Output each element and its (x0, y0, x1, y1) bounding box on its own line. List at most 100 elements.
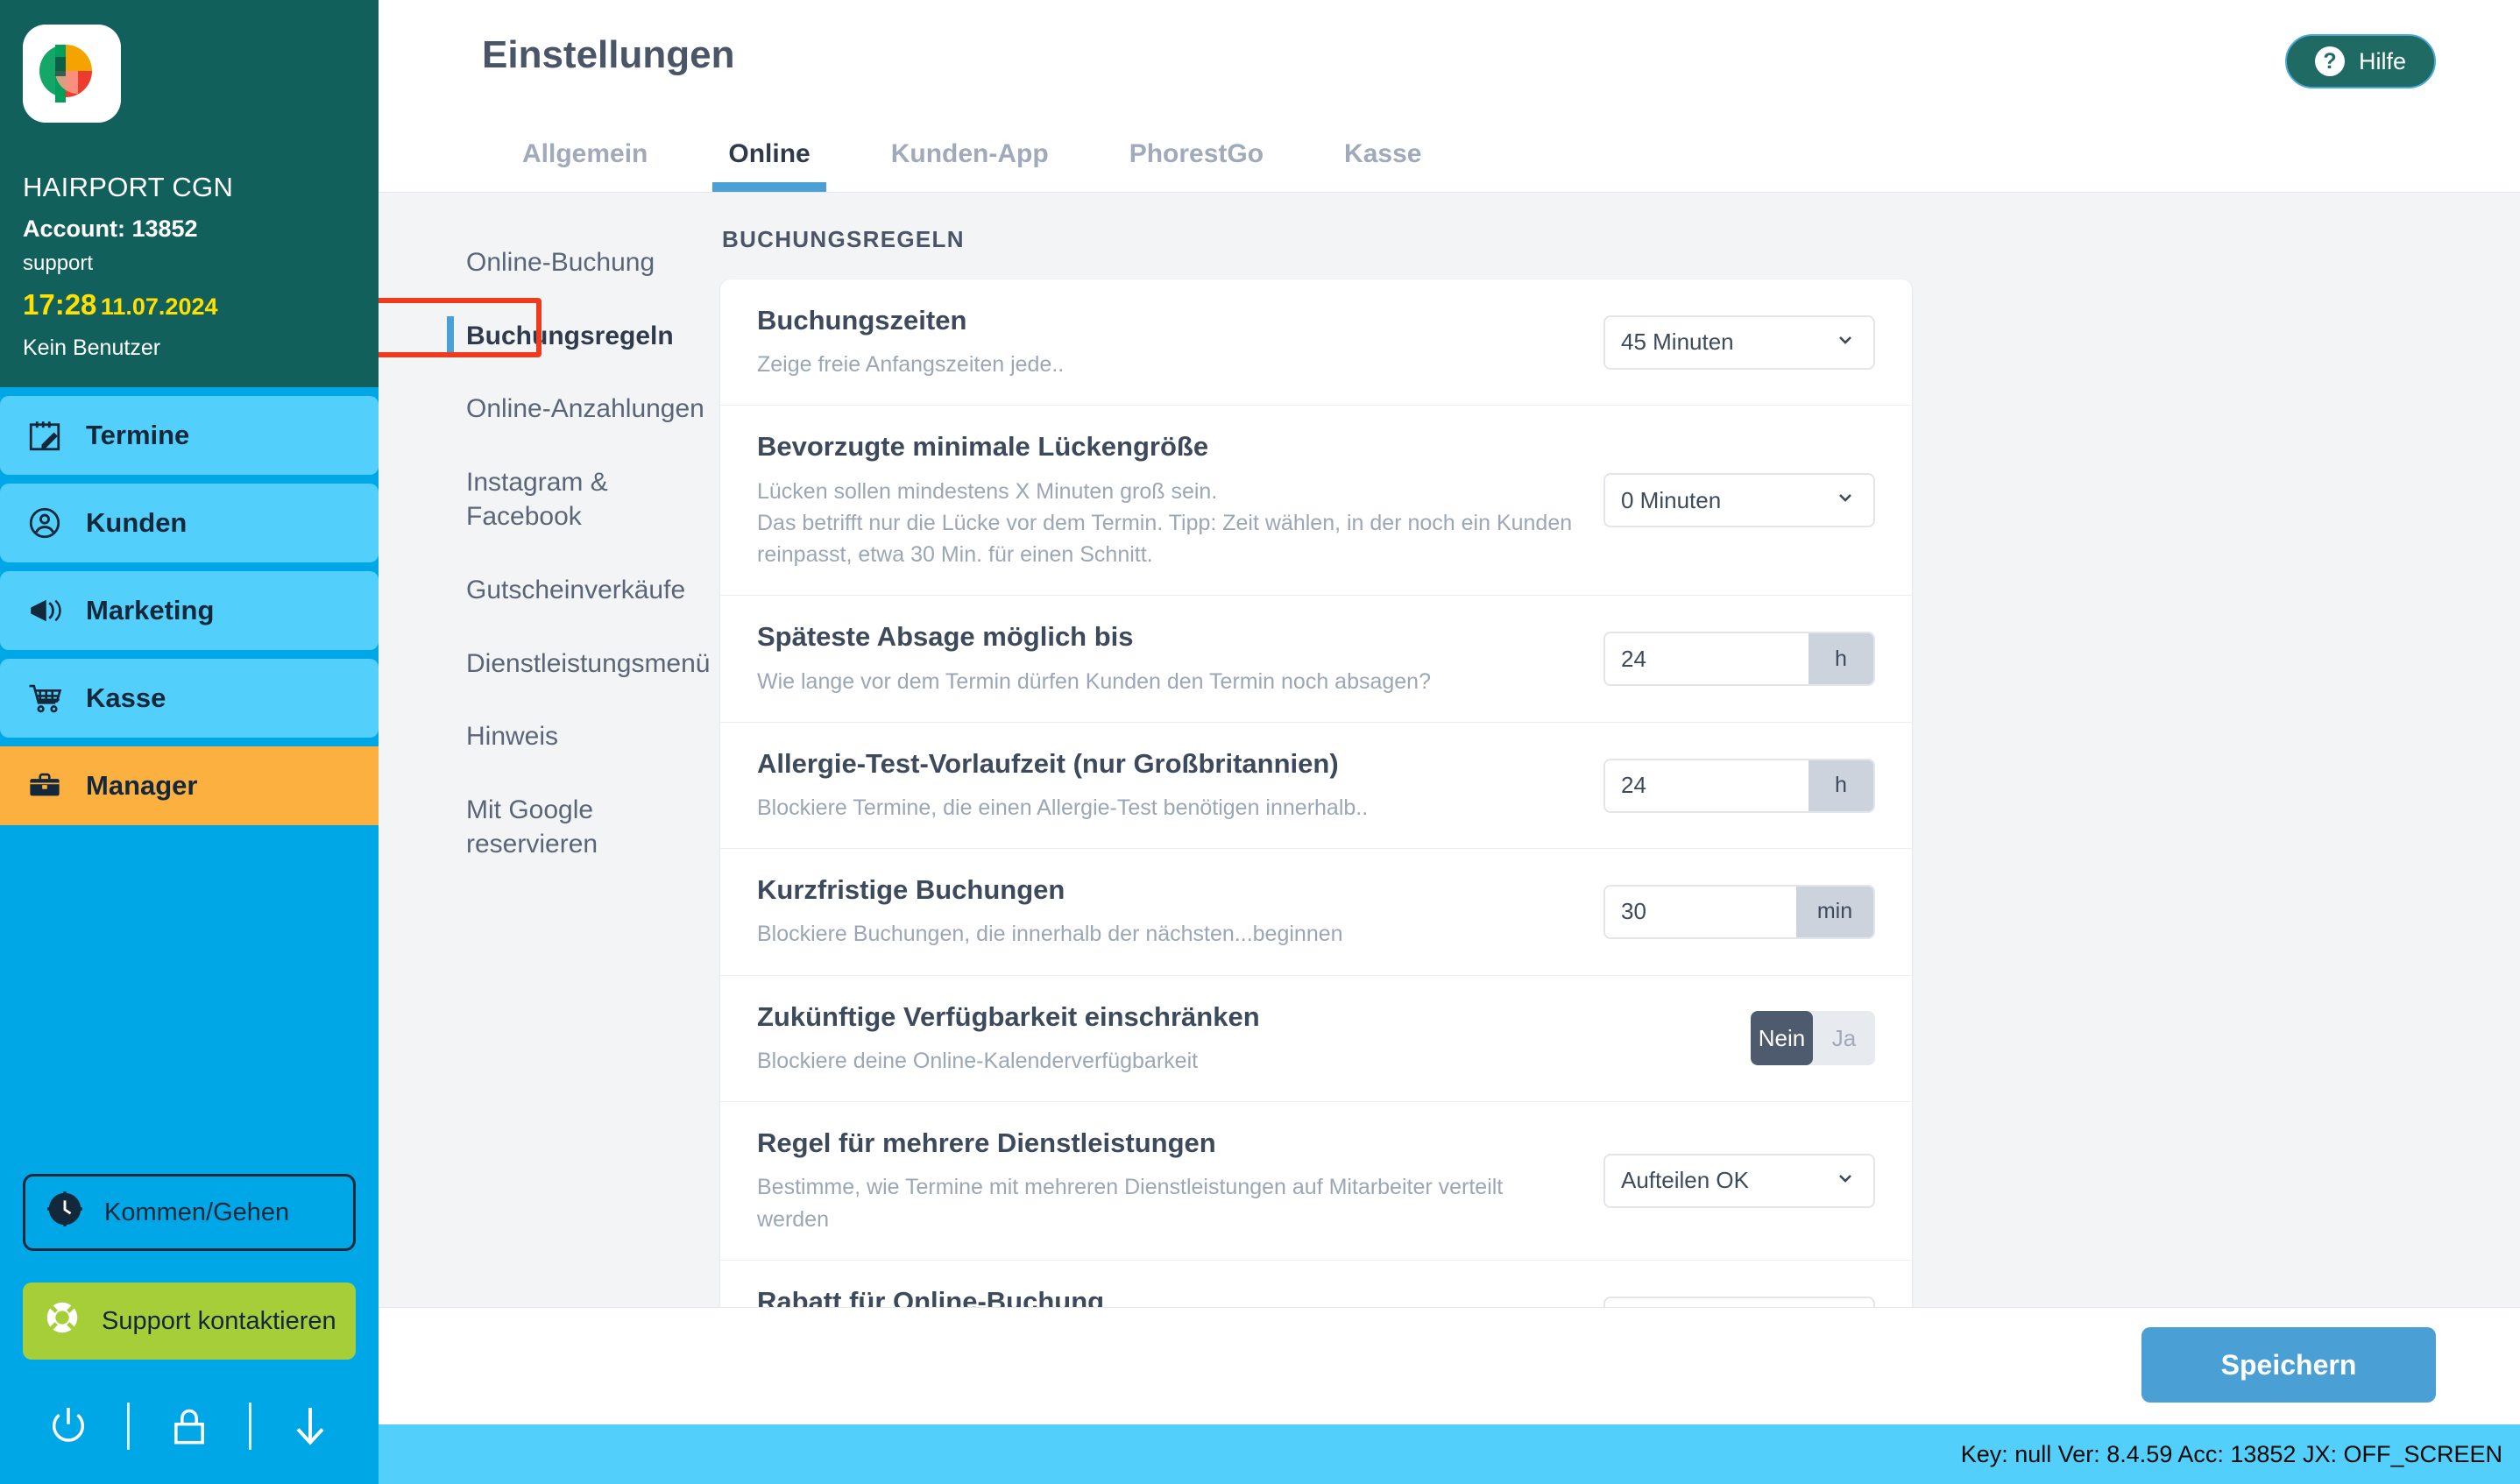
clock-in-out-button[interactable]: Kommen/Gehen (23, 1174, 356, 1251)
chevron-down-icon (1835, 329, 1856, 356)
top-bar: Einstellungen ? Hilfe Allgemein Online K… (379, 0, 2520, 193)
subnav-item-gutscheinverkaeufe[interactable]: Gutscheinverkäufe (447, 554, 720, 627)
subnav-item-online-buchung[interactable]: Online-Buchung (447, 226, 720, 300)
rule-control: 30 min (1603, 884, 1875, 939)
rule-desc: Lücken sollen mindestens X Minuten groß … (757, 478, 1573, 568)
rule-desc: Wie lange vor dem Termin dürfen Kunden d… (757, 668, 1431, 694)
rule-text: Kurzfristige Buchungen Blockiere Buchung… (757, 873, 1603, 950)
lock-icon[interactable] (158, 1395, 221, 1458)
clients-icon (25, 503, 65, 543)
account-number: Account: 13852 (23, 216, 198, 242)
subnav-item-online-anzahlungen[interactable]: Online-Anzahlungen (447, 372, 720, 446)
rule-control: 24 h (1603, 632, 1875, 687)
rule-control: 0 Minuten (1603, 473, 1875, 528)
subnav-item-hinweis[interactable]: Hinweis (447, 700, 720, 774)
rule-text: Rabatt für Online-Buchung Belohne deine … (757, 1285, 1603, 1307)
rule-title: Rabatt für Online-Buchung (757, 1285, 1105, 1307)
clock-icon (45, 1189, 85, 1236)
select-value: 0 Minuten (1621, 486, 1722, 513)
buchungszeiten-select[interactable]: 45 Minuten (1603, 314, 1875, 370)
sidebar-item-label: Manager (86, 770, 198, 801)
allergie-test-input[interactable]: 24 (1605, 760, 1809, 811)
sidebar-item-manager[interactable]: Manager (0, 746, 379, 825)
settings-tabs: Allgemein Online Kunden-App PhorestGo Ka… (482, 139, 1462, 192)
rule-desc: Blockiere deine Online-Kalenderverfügbar… (757, 1048, 1199, 1073)
tab-kunden-app[interactable]: Kunden-App (851, 139, 1089, 192)
status-bar: Key: null Ver: 8.4.59 Acc: 13852 JX: OFF… (379, 1424, 2520, 1484)
sidebar-footer: Kommen/Gehen Support kontaktieren (0, 1174, 379, 1484)
icon-divider (248, 1403, 251, 1450)
subnav-item-instagram-facebook[interactable]: Instagram & Facebook (447, 446, 720, 554)
rule-text: Buchungszeiten Zeige freie Anfangszeiten… (757, 304, 1603, 380)
download-arrow-icon[interactable] (279, 1395, 342, 1458)
subnav-item-buchungsregeln[interactable]: Buchungsregeln (447, 300, 720, 373)
toggle-option-nein[interactable]: Nein (1751, 1011, 1813, 1066)
tab-allgemein[interactable]: Allgemein (482, 139, 688, 192)
save-button[interactable]: Speichern (2141, 1327, 2436, 1403)
rule-text: Zukünftige Verfügbarkeit einschränken Bl… (757, 1000, 1751, 1077)
section-title: BUCHUNGSREGELN (722, 226, 965, 252)
rule-text: Späteste Absage möglich bis Wie lange vo… (757, 620, 1603, 696)
contact-support-button[interactable]: Support kontaktieren (23, 1283, 356, 1360)
subnav-item-dienstleistungsmenue[interactable]: Dienstleistungsmenü (447, 627, 720, 701)
tab-phorestgo[interactable]: PhorestGo (1089, 139, 1304, 192)
rabatt-online-buchung-select[interactable]: Jede Buchung (1603, 1296, 1875, 1307)
select-value: 45 Minuten (1621, 329, 1734, 356)
spaeteste-absage-input-group: 24 h (1603, 632, 1875, 687)
sidebar-item-marketing[interactable]: Marketing (0, 571, 379, 650)
sidebar-icon-row (23, 1389, 356, 1484)
rule-title: Zukünftige Verfügbarkeit einschränken (757, 1000, 1260, 1032)
action-footer: Speichern (379, 1307, 2520, 1424)
rule-text: Allergie-Test-Vorlaufzeit (nur Großbrita… (757, 747, 1603, 823)
unit-suffix-hours: h (1809, 633, 1873, 685)
rule-row-buchungszeiten: Buchungszeiten Zeige freie Anfangszeiten… (720, 279, 1912, 406)
spaeteste-absage-input[interactable]: 24 (1605, 633, 1809, 684)
select-value: Aufteilen OK (1621, 1167, 1749, 1194)
rule-row-zukuenftige-verfuegbarkeit: Zukünftige Verfügbarkeit einschränken Bl… (720, 976, 1912, 1103)
sidebar-item-termine[interactable]: Termine (0, 396, 379, 475)
left-sidebar: HAIRPORT CGN Account: 13852 support 17:2… (0, 0, 379, 1484)
subnav-item-mit-google-reservieren[interactable]: Mit Google reservieren (447, 774, 720, 881)
rule-desc: Blockiere Buchungen, die innerhalb der n… (757, 922, 1343, 947)
rule-desc: Bestimme, wie Termine mit mehreren Diens… (757, 1175, 1504, 1232)
rule-title: Kurzfristige Buchungen (757, 874, 1065, 906)
unit-suffix-minutes: min (1796, 886, 1873, 937)
power-icon[interactable] (37, 1395, 100, 1458)
allergie-test-input-group: 24 h (1603, 758, 1875, 813)
rule-row-luckengroesse: Bevorzugte minimale Lückengröße Lücken s… (720, 406, 1912, 597)
help-button[interactable]: ? Hilfe (2284, 34, 2436, 88)
kurzfristige-buchungen-input[interactable]: 30 (1605, 887, 1796, 937)
clock-display: 17:28 11.07.2024 (23, 288, 356, 322)
logged-in-user: Kein Benutzer (23, 336, 161, 360)
rule-control: Aufteilen OK (1603, 1153, 1875, 1208)
rule-text: Regel für mehrere Dienstleistungen Besti… (757, 1127, 1603, 1235)
rule-row-mehrere-dienstleistungen: Regel für mehrere Dienstleistungen Besti… (720, 1102, 1912, 1261)
main-area: Einstellungen ? Hilfe Allgemein Online K… (379, 0, 2520, 1484)
rule-row-allergie-test: Allergie-Test-Vorlaufzeit (nur Großbrita… (720, 723, 1912, 850)
help-label: Hilfe (2358, 47, 2406, 74)
lifebuoy-icon (42, 1297, 82, 1345)
tab-online[interactable]: Online (688, 139, 850, 192)
rule-control: 45 Minuten (1603, 314, 1875, 370)
megaphone-icon (25, 590, 65, 631)
mehrere-dienstleistungen-select[interactable]: Aufteilen OK (1603, 1153, 1875, 1208)
page-title: Einstellungen (482, 33, 735, 76)
toggle-option-ja[interactable]: Ja (1813, 1011, 1875, 1065)
business-name: HAIRPORT CGN (23, 172, 234, 202)
rule-desc: Zeige freie Anfangszeiten jede.. (757, 352, 1065, 378)
clock-in-out-label: Kommen/Gehen (104, 1198, 290, 1226)
sidebar-item-label: Kunden (86, 507, 188, 538)
rule-title: Bevorzugte minimale Lückengröße (757, 431, 1209, 463)
luckengroesse-select[interactable]: 0 Minuten (1603, 473, 1875, 528)
tab-kasse[interactable]: Kasse (1304, 139, 1462, 192)
sidebar-account-panel: HAIRPORT CGN Account: 13852 support 17:2… (0, 0, 379, 387)
rule-text: Bevorzugte minimale Lückengröße Lücken s… (757, 430, 1603, 570)
booking-rules-card: Buchungszeiten Zeige freie Anfangszeiten… (720, 279, 1912, 1307)
rule-control: 24 h (1603, 758, 1875, 813)
current-date: 11.07.2024 (100, 293, 218, 320)
rule-title: Regel für mehrere Dienstleistungen (757, 1127, 1216, 1159)
chevron-down-icon (1835, 487, 1856, 514)
sidebar-item-kunden[interactable]: Kunden (0, 484, 379, 562)
rule-title: Allergie-Test-Vorlaufzeit (nur Großbrita… (757, 747, 1339, 779)
sidebar-item-kasse[interactable]: Kasse (0, 659, 379, 738)
